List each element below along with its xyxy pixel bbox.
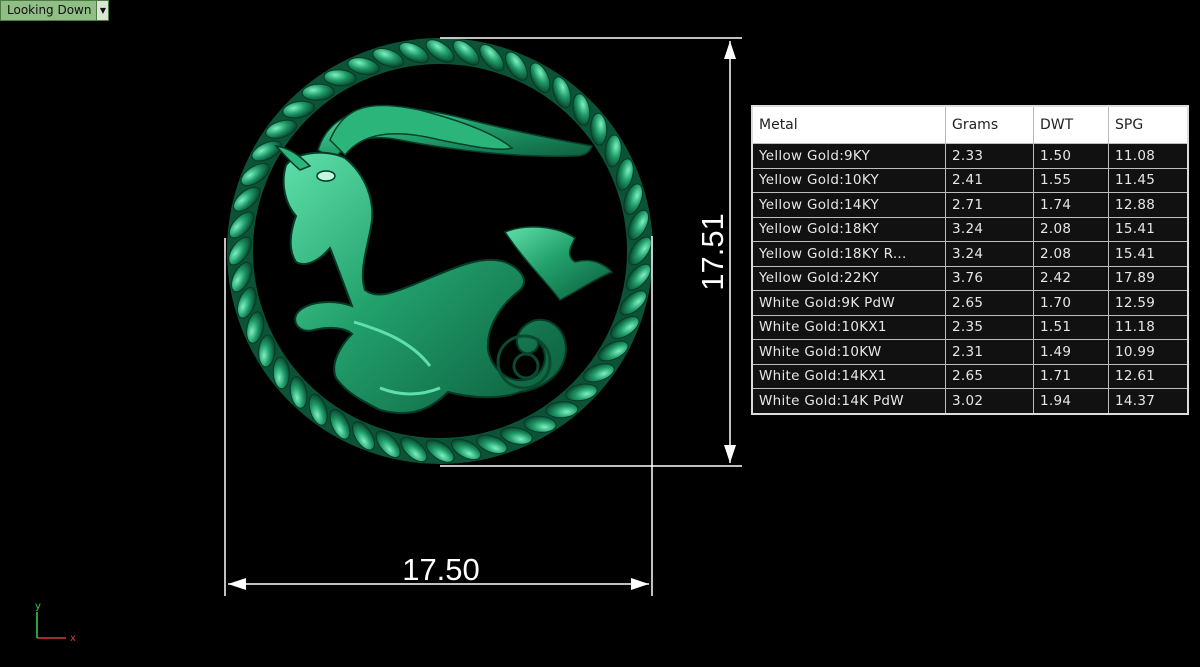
metal-weight-table: Metal Grams DWT SPG Yellow Gold:9KY 2.33 1… — [751, 105, 1189, 415]
column-header-grams[interactable]: Grams — [945, 106, 1034, 144]
cell-spg: 12.61 — [1108, 363, 1189, 389]
cell-grams: 3.24 — [945, 216, 1034, 242]
capricorn-figure — [273, 104, 614, 415]
arrow-right-icon — [631, 578, 649, 590]
cell-dwt: 2.08 — [1033, 241, 1109, 266]
height-dimension-label: 17.51 — [695, 213, 730, 291]
cell-dwt: 2.42 — [1033, 265, 1109, 291]
table-row[interactable]: Yellow Gold:14KY 2.71 1.74 12.88 — [752, 192, 1189, 217]
table-row[interactable]: Yellow Gold:18KY 3.24 2.08 15.41 — [752, 216, 1189, 242]
column-header-dwt[interactable]: DWT — [1033, 106, 1109, 144]
table-row[interactable]: Yellow Gold:18KY R... 3.24 2.08 15.41 — [752, 241, 1189, 266]
table-row[interactable]: White Gold:10KW 2.31 1.49 10.99 — [752, 339, 1189, 364]
rope-ring — [228, 39, 652, 463]
cell-dwt: 1.50 — [1033, 143, 1109, 168]
cell-metal: White Gold:9K PdW — [752, 290, 946, 315]
axis-indicator: x y — [35, 601, 76, 644]
cell-spg: 14.37 — [1108, 388, 1189, 414]
cell-spg: 12.59 — [1108, 290, 1189, 315]
table-row[interactable]: White Gold:9K PdW 2.65 1.70 12.59 — [752, 290, 1189, 315]
cell-dwt: 2.08 — [1033, 216, 1109, 242]
cell-metal: White Gold:14K PdW — [752, 388, 946, 414]
cell-dwt: 1.55 — [1033, 167, 1109, 193]
cell-grams: 2.31 — [945, 339, 1034, 364]
cell-spg: 12.88 — [1108, 192, 1189, 217]
pendant-model — [227, 38, 653, 464]
table-header-row: Metal Grams DWT SPG — [752, 106, 1189, 144]
cell-grams: 2.65 — [945, 363, 1034, 389]
cell-grams: 3.24 — [945, 241, 1034, 266]
cell-grams: 2.33 — [945, 143, 1034, 168]
cell-metal: Yellow Gold:10KY — [752, 167, 946, 193]
table-row[interactable]: White Gold:14KX1 2.65 1.71 12.61 — [752, 363, 1189, 389]
goat-body — [282, 151, 568, 415]
cell-dwt: 1.51 — [1033, 314, 1109, 340]
cell-dwt: 1.71 — [1033, 363, 1109, 389]
cell-spg: 11.45 — [1108, 167, 1189, 193]
cell-grams: 2.71 — [945, 192, 1034, 217]
cell-metal: White Gold:10KX1 — [752, 314, 946, 340]
cell-metal: Yellow Gold:14KY — [752, 192, 946, 217]
table-row[interactable]: White Gold:10KX1 2.35 1.51 11.18 — [752, 314, 1189, 340]
column-header-metal[interactable]: Metal — [752, 106, 946, 144]
cell-spg: 15.41 — [1108, 216, 1189, 242]
table-row[interactable]: Yellow Gold:10KY 2.41 1.55 11.45 — [752, 167, 1189, 193]
cell-grams: 3.76 — [945, 265, 1034, 291]
table-row[interactable]: Yellow Gold:22KY 3.76 2.42 17.89 — [752, 265, 1189, 291]
cell-grams: 2.35 — [945, 314, 1034, 340]
table-row[interactable]: Yellow Gold:9KY 2.33 1.50 11.08 — [752, 143, 1189, 168]
cell-metal: White Gold:14KX1 — [752, 363, 946, 389]
cell-metal: Yellow Gold:9KY — [752, 143, 946, 168]
cell-grams: 2.41 — [945, 167, 1034, 193]
arrow-left-icon — [228, 578, 246, 590]
eye — [316, 170, 336, 182]
tail-spiral-inner — [512, 352, 540, 380]
width-dimension-label: 17.50 — [402, 552, 480, 587]
cell-metal: Yellow Gold:22KY — [752, 265, 946, 291]
cell-spg: 15.41 — [1108, 241, 1189, 266]
cell-grams: 2.65 — [945, 290, 1034, 315]
table-row[interactable]: White Gold:14K PdW 3.02 1.94 14.37 — [752, 388, 1189, 414]
cell-spg: 11.08 — [1108, 143, 1189, 168]
cell-metal: Yellow Gold:18KY R... — [752, 241, 946, 266]
cell-metal: White Gold:10KW — [752, 339, 946, 364]
cell-spg: 10.99 — [1108, 339, 1189, 364]
y-axis-label: y — [35, 601, 41, 612]
cell-dwt: 1.94 — [1033, 388, 1109, 414]
cell-spg: 17.89 — [1108, 265, 1189, 291]
cell-dwt: 1.70 — [1033, 290, 1109, 315]
x-axis-label: x — [70, 633, 76, 644]
cell-dwt: 1.74 — [1033, 192, 1109, 217]
cell-spg: 11.18 — [1108, 314, 1189, 340]
cell-metal: Yellow Gold:18KY — [752, 216, 946, 242]
cell-grams: 3.02 — [945, 388, 1034, 414]
arrow-up-icon — [724, 41, 736, 59]
column-header-spg[interactable]: SPG — [1108, 106, 1189, 144]
cell-dwt: 1.49 — [1033, 339, 1109, 364]
arrow-down-icon — [724, 445, 736, 463]
